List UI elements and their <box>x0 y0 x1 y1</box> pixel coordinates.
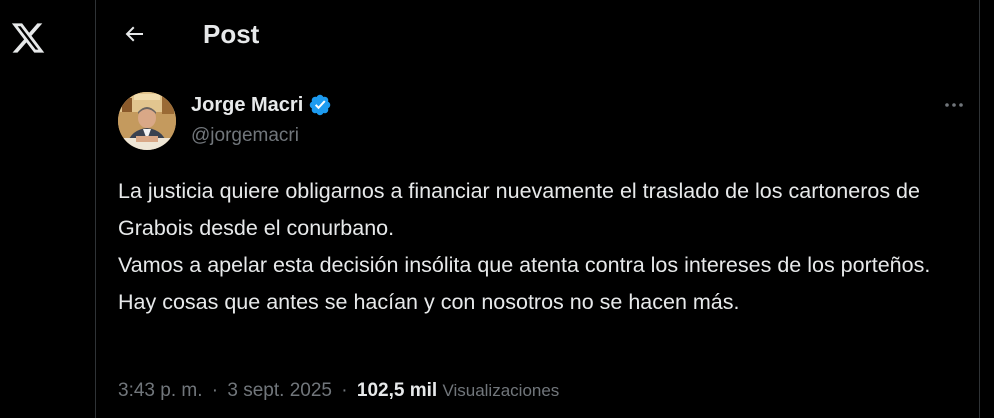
arrow-left-icon <box>125 26 143 42</box>
post-text-line: La justicia quiere obligarnos a financia… <box>118 179 920 240</box>
more-options-button[interactable] <box>939 92 969 118</box>
x-logo-icon[interactable] <box>8 18 48 58</box>
post-meta: 3:43 p. m. · 3 sept. 2025 · 102,5 mil Vi… <box>118 377 559 405</box>
back-button[interactable] <box>116 16 152 52</box>
post-header: Post <box>96 0 979 68</box>
views-count[interactable]: 102,5 mil <box>357 380 437 401</box>
more-horizontal-icon <box>945 103 963 107</box>
post-column: Post Jorge Macri @jorgemacri La justicia… <box>95 0 980 418</box>
meta-separator: · <box>341 380 348 401</box>
author-row: Jorge Macri <box>191 93 332 117</box>
views-label: Visualizaciones <box>442 381 560 400</box>
post-text: La justicia quiere obligarnos a financia… <box>118 173 968 321</box>
author-name[interactable]: Jorge Macri <box>191 93 303 117</box>
avatar[interactable] <box>118 92 176 150</box>
post-time[interactable]: 3:43 p. m. <box>118 380 203 401</box>
post-text-line: Vamos a apelar esta decisión insólita qu… <box>118 253 931 277</box>
page-title: Post <box>203 19 260 49</box>
post-text-line: Hay cosas que antes se hacían y con noso… <box>118 290 740 314</box>
meta-separator: · <box>211 380 219 401</box>
verified-badge-icon[interactable] <box>308 93 332 117</box>
app-root: Post Jorge Macri @jorgemacri La justicia… <box>0 0 994 418</box>
author-handle[interactable]: @jorgemacri <box>191 124 299 148</box>
post-date[interactable]: 3 sept. 2025 <box>227 380 332 401</box>
